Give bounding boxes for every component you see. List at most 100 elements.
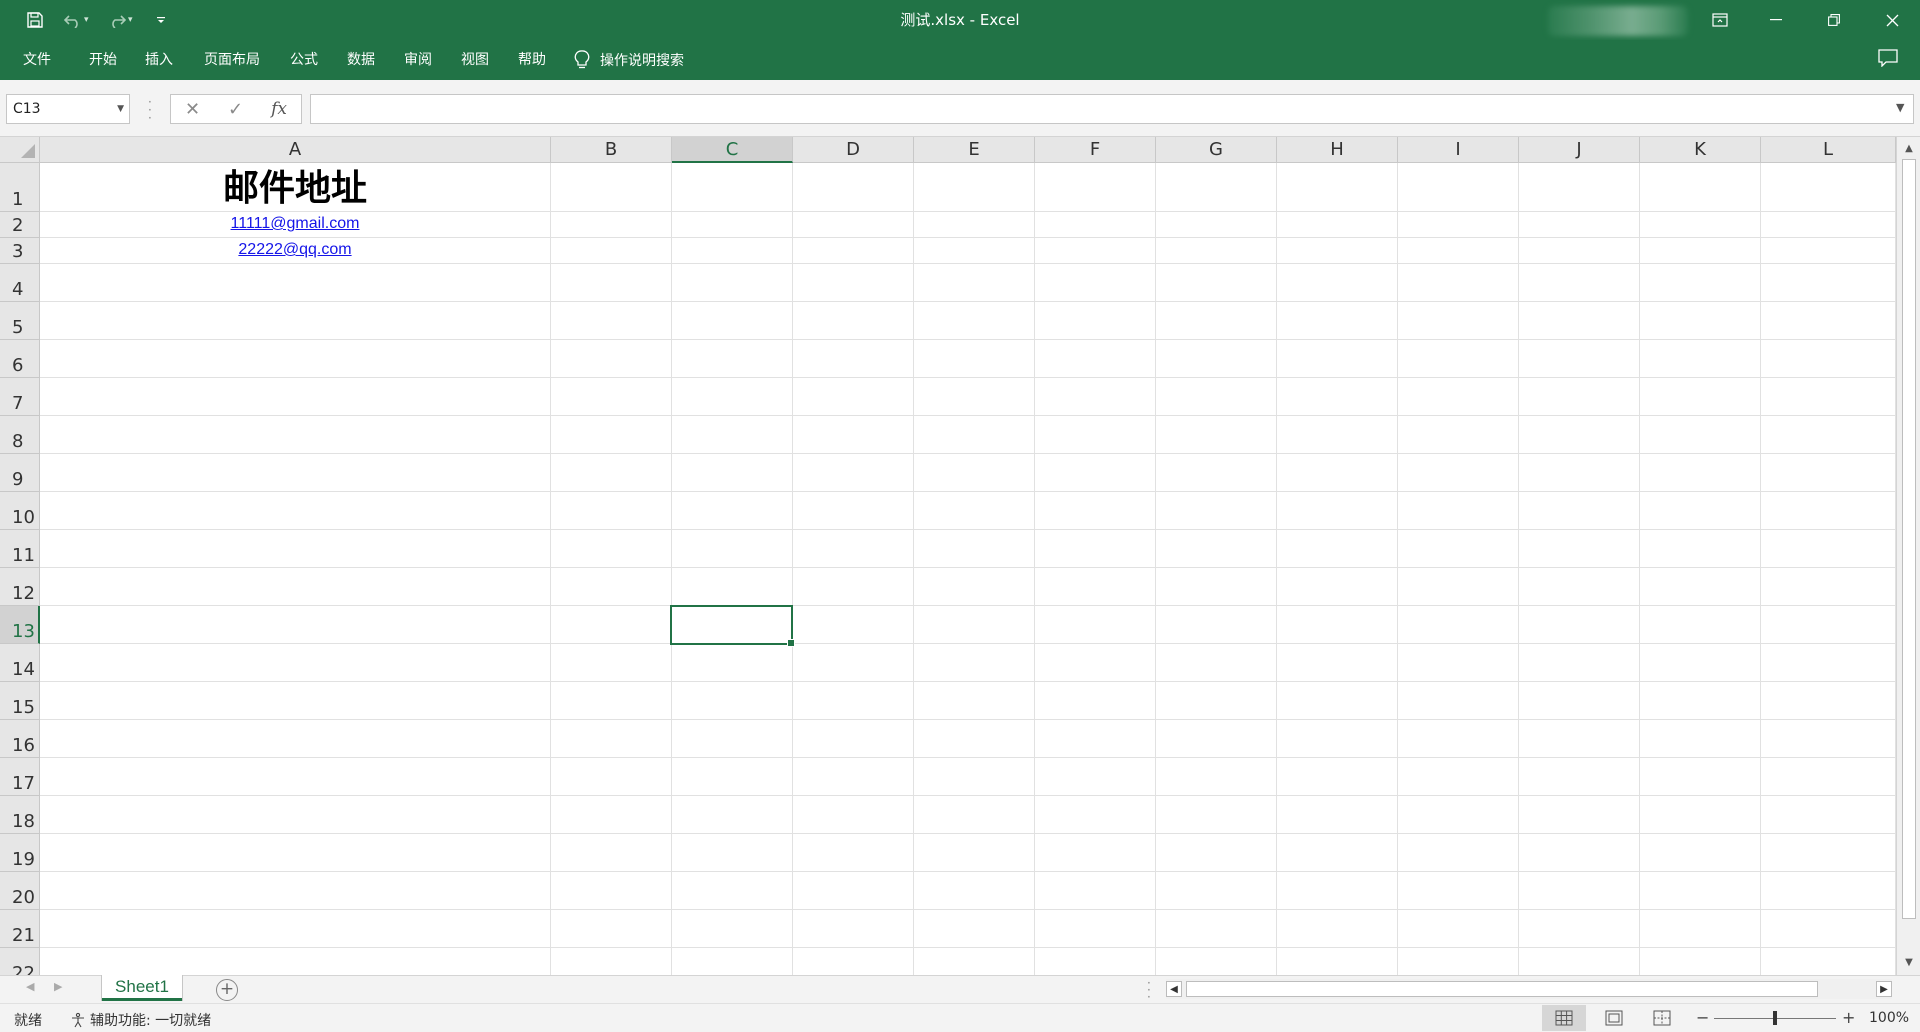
zoom-in-icon[interactable]: + [1842,1008,1855,1027]
row-header-11[interactable]: 11 [0,530,40,568]
zoom-level[interactable]: 100% [1869,1010,1909,1026]
row-header-4[interactable]: 4 [0,264,40,302]
page-layout-view-icon[interactable] [1592,1005,1636,1031]
redo-dropdown-icon[interactable]: ▾ [128,15,140,25]
row-header-12[interactable]: 12 [0,568,40,606]
zoom-out-icon[interactable]: − [1696,1008,1709,1027]
expand-formula-bar-icon[interactable]: ▼ [1896,101,1904,114]
column-header-j[interactable]: J [1519,137,1640,163]
select-all-button[interactable] [0,137,40,163]
close-icon[interactable] [1864,0,1920,40]
lightbulb-icon [574,50,590,69]
scroll-up-icon[interactable]: ▲ [1901,141,1917,157]
tab-help[interactable]: 帮助 [509,40,555,80]
tab-insert[interactable]: 插入 [136,40,182,80]
column-header-e[interactable]: E [914,137,1035,163]
row-header-22[interactable]: 22 [0,948,40,975]
column-header-c[interactable]: C [672,137,793,163]
row-header-8[interactable]: 8 [0,416,40,454]
column-header-h[interactable]: H [1277,137,1398,163]
column-header-l[interactable]: L [1761,137,1896,163]
vertical-scrollbar[interactable]: ▲ ▼ [1896,137,1920,975]
row-header-9[interactable]: 9 [0,454,40,492]
column-header-d[interactable]: D [793,137,914,163]
ribbon-display-options-icon[interactable] [1692,0,1748,40]
cell-a1[interactable]: 邮件地址 [40,163,550,212]
tab-home[interactable]: 开始 [80,40,126,80]
scroll-right-icon[interactable]: ▶ [1876,981,1892,997]
row-header-5[interactable]: 5 [0,302,40,340]
column-header-k[interactable]: K [1640,137,1761,163]
row-header-15[interactable]: 15 [0,682,40,720]
row-header-16[interactable]: 16 [0,720,40,758]
active-cell-c13[interactable] [670,605,795,647]
accessibility-status[interactable]: 辅助功能: 一切就绪 [70,1010,211,1030]
add-sheet-icon[interactable]: + [216,979,238,1001]
row-header-1[interactable]: 1 [0,163,40,212]
cell-a2-email-link[interactable]: 11111@gmail.com [40,215,550,233]
column-header-b[interactable]: B [551,137,672,163]
account-avatar[interactable] [1548,6,1688,36]
row-header-17[interactable]: 17 [0,758,40,796]
undo-dropdown-icon[interactable]: ▾ [84,15,96,25]
row-header-10[interactable]: 10 [0,492,40,530]
enter-check-icon[interactable]: ✓ [228,99,243,120]
column-header-a[interactable]: A [40,137,551,163]
formula-bar-resize-handle[interactable]: · · · [148,96,152,124]
gridline [40,529,1896,530]
row-header-19[interactable]: 19 [0,834,40,872]
horizontal-scroll-thumb[interactable] [1186,981,1818,997]
scroll-left-icon[interactable]: ◀ [1166,981,1182,997]
worksheet-grid[interactable]: A B C D E F G H I J K L 1 2 3 4 5 6 7 8 … [0,137,1920,975]
row-header-18[interactable]: 18 [0,796,40,834]
name-box-dropdown-icon[interactable]: ▼ [117,95,124,123]
row-header-6[interactable]: 6 [0,340,40,378]
tab-split-handle[interactable]: · · · [1147,977,1151,1003]
horizontal-scrollbar[interactable]: ◀ ▶ [1166,979,1892,999]
tab-data[interactable]: 数据 [338,40,384,80]
row-header-20[interactable]: 20 [0,872,40,910]
name-box[interactable]: C13 ▼ [6,94,130,124]
gridline [40,871,1896,872]
gridline [40,909,1896,910]
gridline [40,453,1896,454]
page-break-view-icon[interactable] [1640,1005,1684,1031]
formula-input[interactable] [310,94,1914,124]
formula-buttons: ✕ ✓ fx [170,94,302,124]
row-header-13[interactable]: 13 [0,606,40,644]
zoom-slider-thumb[interactable] [1773,1011,1777,1025]
next-sheet-icon[interactable]: ▶ [54,980,62,993]
status-ready: 就绪 [14,1013,42,1029]
sheet-tab-sheet1[interactable]: Sheet1 [102,975,182,1001]
row-header-7[interactable]: 7 [0,378,40,416]
tab-view[interactable]: 视图 [452,40,498,80]
tab-page-layout[interactable]: 页面布局 [196,40,268,80]
restore-icon[interactable] [1806,0,1862,40]
cancel-icon[interactable]: ✕ [185,99,200,120]
gridline [40,263,1896,264]
normal-view-icon[interactable] [1542,1005,1586,1031]
column-header-i[interactable]: I [1398,137,1519,163]
row-header-21[interactable]: 21 [0,910,40,948]
comments-icon[interactable] [1878,49,1902,71]
column-header-f[interactable]: F [1035,137,1156,163]
gridline [1155,163,1156,975]
save-icon[interactable] [18,6,52,34]
gridline [40,491,1896,492]
vertical-scroll-thumb[interactable] [1902,159,1916,919]
row-header-3[interactable]: 3 [0,238,40,264]
customize-qat-icon[interactable] [144,6,178,34]
cell-a3-email-link[interactable]: 22222@qq.com [40,241,550,259]
tell-me-search[interactable]: 操作说明搜索 [574,40,684,80]
tab-file[interactable]: 文件 [14,40,60,80]
insert-function-icon[interactable]: fx [271,99,287,119]
row-header-14[interactable]: 14 [0,644,40,682]
tab-formulas[interactable]: 公式 [281,40,327,80]
column-header-g[interactable]: G [1156,137,1277,163]
tab-review[interactable]: 审阅 [395,40,441,80]
scroll-down-icon[interactable]: ▼ [1901,955,1917,971]
prev-sheet-icon[interactable]: ◀ [26,980,34,993]
minimize-icon[interactable] [1748,0,1804,40]
tell-me-label: 操作说明搜索 [600,53,684,69]
row-header-2[interactable]: 2 [0,212,40,238]
